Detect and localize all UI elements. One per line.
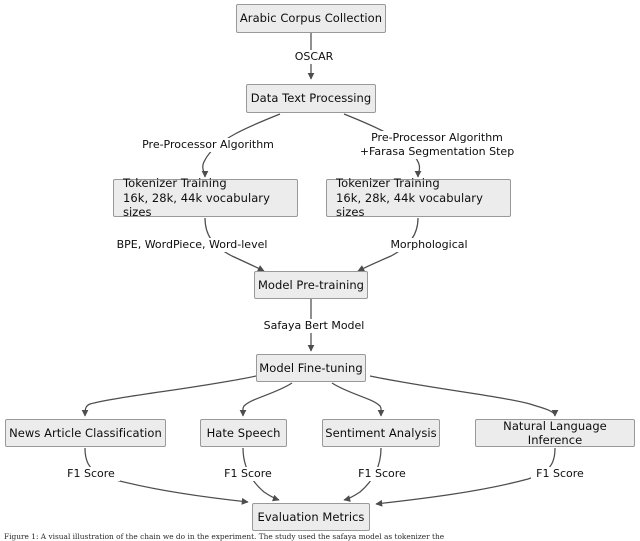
edge-label-bpe-wordpiece-word-level: BPE, WordPiece, Word-level	[108, 238, 276, 252]
node-arabic-corpus-collection[interactable]: Arabic Corpus Collection	[236, 4, 386, 33]
node-label: Sentiment Analysis	[325, 425, 437, 440]
node-model-fine-tuning[interactable]: Model Fine-tuning	[256, 354, 366, 382]
node-label: Hate Speech	[206, 425, 281, 440]
node-evaluation-metrics[interactable]: Evaluation Metrics	[252, 503, 370, 531]
node-label: Natural Language Inference	[503, 418, 607, 447]
figure-caption: Figure 1: A visual illustration of the c…	[4, 533, 445, 541]
node-label: News Article Classification	[9, 425, 162, 440]
node-news-article-classification[interactable]: News Article Classification	[5, 419, 166, 447]
node-label: Model Pre-training	[257, 277, 365, 292]
node-data-text-processing[interactable]: Data Text Processing	[246, 84, 376, 113]
node-tokenizer-training-right[interactable]: Tokenizer Training 16k, 28k, 44k vocabul…	[326, 176, 511, 220]
edge-finetuning-to-news	[81, 375, 257, 417]
edge-finetuning-to-nli	[369, 375, 559, 417]
edge-finetuning-to-hate-speech	[239, 382, 293, 417]
node-natural-language-inference[interactable]: Natural Language Inference	[475, 419, 635, 447]
node-label: Data Text Processing	[250, 91, 372, 106]
node-label: Tokenizer Training 16k, 28k, 44k vocabul…	[123, 176, 270, 220]
node-hate-speech[interactable]: Hate Speech	[200, 419, 287, 447]
edge-label-pre-processor-algorithm-farasa: Pre-Processor Algorithm +Farasa Segmenta…	[342, 131, 532, 159]
node-label: Arabic Corpus Collection	[239, 11, 383, 26]
edge-label-f1-score-nli: F1 Score	[531, 467, 589, 481]
flowchart-diagram: Arabic Corpus Collection Data Text Proce…	[0, 0, 640, 541]
node-model-pre-training[interactable]: Model Pre-training	[254, 271, 368, 299]
node-label: Evaluation Metrics	[257, 509, 365, 524]
edge-label-safaya-bert-model: Safaya Bert Model	[260, 319, 368, 333]
node-tokenizer-training-left[interactable]: Tokenizer Training 16k, 28k, 44k vocabul…	[113, 176, 298, 220]
node-label: Tokenizer Training 16k, 28k, 44k vocabul…	[336, 176, 483, 220]
edge-label-f1-score-sentiment: F1 Score	[353, 467, 411, 481]
node-sentiment-analysis[interactable]: Sentiment Analysis	[322, 419, 440, 447]
edge-label-oscar: OSCAR	[287, 50, 341, 64]
edge-label-morphological: Morphological	[381, 238, 477, 252]
node-label: Model Fine-tuning	[259, 360, 363, 375]
edge-label-f1-score-hate-speech: F1 Score	[219, 467, 277, 481]
edge-finetuning-to-sentiment	[331, 382, 385, 417]
edge-label-f1-score-news: F1 Score	[62, 467, 120, 481]
edge-label-pre-processor-algorithm: Pre-Processor Algorithm	[136, 138, 280, 152]
